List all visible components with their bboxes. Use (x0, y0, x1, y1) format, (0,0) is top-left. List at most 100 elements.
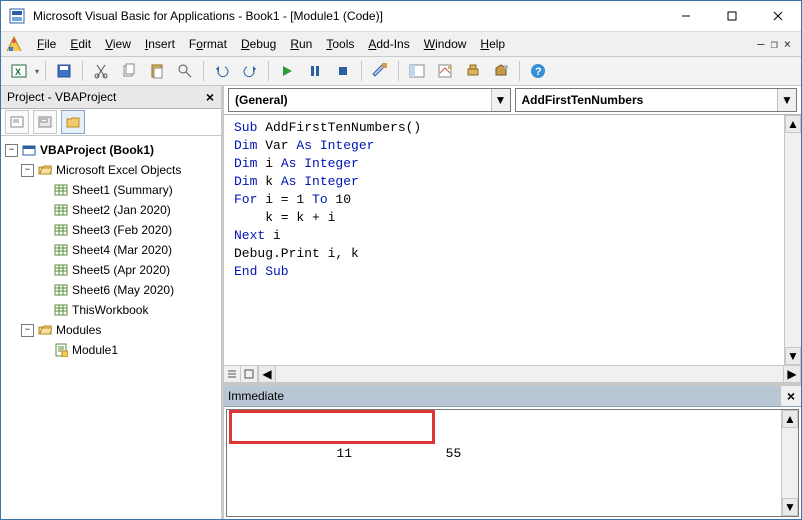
standard-toolbar: X ▾ ? (1, 57, 801, 86)
scroll-left-icon[interactable]: ◀ (258, 365, 276, 383)
copy-icon[interactable] (117, 59, 141, 83)
collapse-icon[interactable]: − (21, 164, 34, 177)
project-explorer-icon[interactable] (405, 59, 429, 83)
tree-folder-label: Modules (56, 321, 101, 339)
worksheet-icon (54, 263, 68, 277)
code-pane: Sub AddFirstTenNumbers()Dim Var As Integ… (224, 115, 801, 386)
body: Project - VBAProject × − VBAProject (Boo… (1, 86, 801, 519)
menubar: File Edit View Insert Format Debug Run T… (1, 32, 801, 57)
project-pane-title-text: Project - VBAProject (7, 90, 116, 104)
reset-icon[interactable] (331, 59, 355, 83)
menu-window[interactable]: Window (418, 35, 473, 53)
menu-run[interactable]: Run (284, 35, 318, 53)
scroll-right-icon[interactable]: ▶ (783, 365, 801, 383)
mdi-minimize[interactable]: – (757, 37, 764, 51)
tree-sheet[interactable]: Sheet1 (Summary) (37, 180, 219, 200)
maximize-button[interactable] (709, 1, 755, 31)
tree-module[interactable]: Module1 (37, 340, 219, 360)
menu-format[interactable]: Format (183, 35, 233, 53)
tree-root[interactable]: − VBAProject (Book1) (5, 140, 219, 160)
project-icon (22, 143, 36, 157)
toggle-folders-icon[interactable] (61, 110, 85, 134)
chevron-down-icon[interactable]: ▼ (777, 89, 796, 111)
menu-insert[interactable]: Insert (139, 35, 181, 53)
view-excel-icon[interactable]: X (7, 59, 31, 83)
paste-icon[interactable] (145, 59, 169, 83)
window-title: Microsoft Visual Basic for Applications … (33, 9, 663, 23)
highlight-box (229, 410, 435, 444)
object-browser-icon[interactable] (461, 59, 485, 83)
full-module-view-icon[interactable] (241, 366, 258, 382)
immediate-pane: Immediate × 11 55 ▲ ▼ (224, 386, 801, 519)
immediate-output: 11 55 (329, 446, 462, 461)
code-editor[interactable]: Sub AddFirstTenNumbers()Dim Var As Integ… (224, 115, 784, 365)
tree-folder-modules[interactable]: − Modules (21, 320, 219, 340)
help-icon[interactable]: ? (526, 59, 550, 83)
folder-open-icon (38, 163, 52, 177)
menu-help[interactable]: Help (474, 35, 511, 53)
menu-tools[interactable]: Tools (320, 35, 360, 53)
tree-sheet[interactable]: Sheet2 (Jan 2020) (37, 200, 219, 220)
collapse-icon[interactable]: − (21, 324, 34, 337)
worksheet-icon (54, 203, 68, 217)
module-icon (54, 343, 68, 357)
procedure-dropdown[interactable]: AddFirstTenNumbers ▼ (515, 88, 798, 112)
cut-icon[interactable] (89, 59, 113, 83)
tree-sheet-label: Sheet1 (Summary) (72, 181, 173, 199)
app-window: Microsoft Visual Basic for Applications … (0, 0, 802, 520)
tree-sheet[interactable]: Sheet5 (Apr 2020) (37, 260, 219, 280)
save-icon[interactable] (52, 59, 76, 83)
immediate-close[interactable]: × (781, 386, 801, 406)
project-tree[interactable]: − VBAProject (Book1) − Microsoft Excel O… (1, 136, 221, 519)
chevron-down-icon[interactable]: ▼ (491, 89, 510, 111)
tree-sheet-label: Sheet5 (Apr 2020) (72, 261, 170, 279)
break-icon[interactable] (303, 59, 327, 83)
worksheet-icon (54, 223, 68, 237)
menu-debug[interactable]: Debug (235, 35, 282, 53)
immediate-window[interactable]: 11 55 (227, 410, 781, 516)
workbook-icon (54, 303, 68, 317)
menu-addins[interactable]: Add-Ins (362, 35, 415, 53)
svg-text:X: X (15, 67, 21, 77)
tree-root-label: VBAProject (Book1) (40, 141, 154, 159)
mdi-controls: – ❐ × (757, 37, 797, 51)
toolbox-icon[interactable] (489, 59, 513, 83)
menu-edit[interactable]: Edit (64, 35, 97, 53)
scroll-up-icon[interactable]: ▲ (785, 115, 801, 133)
properties-icon[interactable] (433, 59, 457, 83)
object-dropdown[interactable]: (General) ▼ (228, 88, 511, 112)
project-pane-close[interactable]: × (199, 86, 221, 108)
project-explorer: Project - VBAProject × − VBAProject (Boo… (1, 86, 224, 519)
tree-thisworkbook[interactable]: ThisWorkbook (37, 300, 219, 320)
scroll-down-icon[interactable]: ▼ (782, 498, 798, 516)
run-icon[interactable] (275, 59, 299, 83)
procedure-view-icon[interactable] (224, 366, 241, 382)
editor-area: (General) ▼ AddFirstTenNumbers ▼ Sub Add… (224, 86, 801, 519)
titlebar: Microsoft Visual Basic for Applications … (1, 1, 801, 32)
undo-icon[interactable] (210, 59, 234, 83)
vertical-scrollbar[interactable]: ▲ ▼ (781, 410, 798, 516)
menu-view[interactable]: View (99, 35, 137, 53)
design-mode-icon[interactable] (368, 59, 392, 83)
tree-sheet[interactable]: Sheet3 (Feb 2020) (37, 220, 219, 240)
minimize-button[interactable] (663, 1, 709, 31)
worksheet-icon (54, 283, 68, 297)
view-code-icon[interactable] (5, 110, 29, 134)
tree-sheet[interactable]: Sheet4 (Mar 2020) (37, 240, 219, 260)
mdi-restore[interactable]: ❐ (771, 37, 778, 51)
tree-sheet[interactable]: Sheet6 (May 2020) (37, 280, 219, 300)
tree-folder-excel-objects[interactable]: − Microsoft Excel Objects (21, 160, 219, 180)
find-icon[interactable] (173, 59, 197, 83)
menu-file[interactable]: File (31, 35, 62, 53)
mdi-close[interactable]: × (784, 37, 791, 51)
horizontal-scrollbar[interactable]: ◀ ▶ (224, 365, 801, 382)
scroll-up-icon[interactable]: ▲ (782, 410, 798, 428)
worksheet-icon (54, 183, 68, 197)
scroll-down-icon[interactable]: ▼ (785, 347, 801, 365)
redo-icon[interactable] (238, 59, 262, 83)
collapse-icon[interactable]: − (5, 144, 18, 157)
tree-sheet-label: Sheet3 (Feb 2020) (72, 221, 172, 239)
close-button[interactable] (755, 1, 801, 31)
view-object-icon[interactable] (33, 110, 57, 134)
vertical-scrollbar[interactable]: ▲ ▼ (784, 115, 801, 365)
